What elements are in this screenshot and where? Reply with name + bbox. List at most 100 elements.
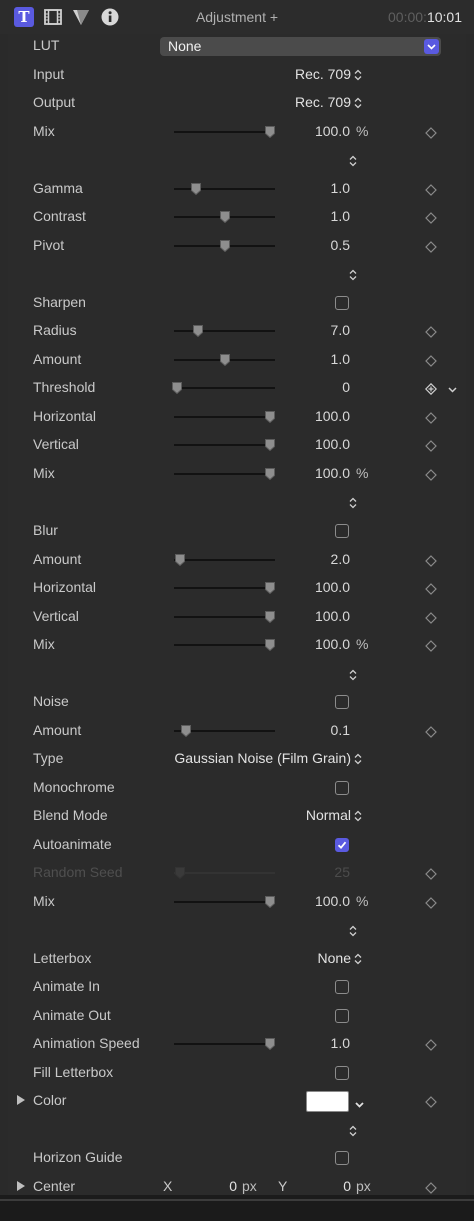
horizontal-value[interactable]: 100.0 bbox=[280, 408, 350, 424]
keyframe-icon[interactable] bbox=[425, 354, 437, 367]
disclosure-triangle-icon[interactable] bbox=[17, 1095, 25, 1105]
mix-slider[interactable] bbox=[174, 896, 275, 908]
keyframe-icon[interactable] bbox=[425, 1038, 437, 1051]
monochrome-checkbox[interactable] bbox=[335, 781, 349, 795]
slider-thumb[interactable] bbox=[193, 325, 204, 337]
fill-letterbox-checkbox[interactable] bbox=[335, 1066, 349, 1080]
pivot-value[interactable]: 0.5 bbox=[280, 237, 350, 253]
keyframe-icon[interactable] bbox=[425, 896, 437, 909]
color-swatch[interactable] bbox=[306, 1091, 349, 1112]
mix-value[interactable]: 100.0 bbox=[280, 465, 350, 481]
slider-thumb[interactable] bbox=[219, 354, 230, 366]
slider-thumb[interactable] bbox=[219, 240, 230, 252]
keyframe-icon[interactable] bbox=[425, 211, 437, 224]
vertical-value[interactable]: 100.0 bbox=[280, 608, 350, 624]
center-x-value[interactable]: 0 bbox=[207, 1178, 237, 1194]
keyframe-icon[interactable] bbox=[425, 554, 437, 567]
slider-thumb[interactable] bbox=[264, 126, 275, 138]
disclosure-triangle-icon[interactable] bbox=[17, 1181, 25, 1191]
animation-speed-value[interactable]: 1.0 bbox=[280, 1035, 350, 1051]
slider-thumb[interactable] bbox=[175, 554, 186, 566]
amount-slider[interactable] bbox=[174, 554, 275, 566]
keyframe-icon[interactable] bbox=[425, 725, 437, 738]
mix-value[interactable]: 100.0 bbox=[280, 123, 350, 139]
slider-thumb[interactable] bbox=[264, 611, 275, 623]
keyframe-icon[interactable] bbox=[425, 240, 437, 253]
keyframe-icon[interactable] bbox=[425, 439, 437, 452]
amount-value[interactable]: 1.0 bbox=[280, 351, 350, 367]
vertical-slider[interactable] bbox=[174, 611, 275, 623]
autoanimate-checkbox[interactable] bbox=[335, 838, 349, 852]
disclosure-arrows-icon[interactable] bbox=[349, 924, 357, 940]
gamma-value[interactable]: 1.0 bbox=[280, 180, 350, 196]
slider-thumb[interactable] bbox=[219, 211, 230, 223]
keyframe-icon[interactable] bbox=[425, 126, 437, 139]
add-keyframe-icon[interactable] bbox=[424, 382, 438, 396]
horizontal-slider[interactable] bbox=[174, 582, 275, 594]
chevron-down-icon[interactable] bbox=[447, 382, 458, 398]
gamma-slider[interactable] bbox=[174, 183, 275, 195]
slider-thumb[interactable] bbox=[264, 582, 275, 594]
center-y-value[interactable]: 0 bbox=[321, 1178, 351, 1194]
input-popup[interactable]: Rec. 709 bbox=[295, 66, 362, 84]
mix-value[interactable]: 100.0 bbox=[280, 893, 350, 909]
keyframe-icon[interactable] bbox=[425, 611, 437, 624]
radius-value[interactable]: 7.0 bbox=[280, 322, 350, 338]
slider-thumb[interactable] bbox=[264, 639, 275, 651]
animate-in-checkbox[interactable] bbox=[335, 980, 349, 994]
amount-slider[interactable] bbox=[174, 354, 275, 366]
horizontal-slider[interactable] bbox=[174, 411, 275, 423]
chevron-down-icon[interactable] bbox=[424, 39, 439, 54]
amount-value[interactable]: 2.0 bbox=[280, 551, 350, 567]
slider-thumb[interactable] bbox=[264, 1038, 275, 1050]
lut-popup[interactable]: None bbox=[160, 37, 441, 56]
sharpen-checkbox[interactable] bbox=[335, 296, 349, 310]
letterbox-popup[interactable]: None bbox=[318, 950, 362, 968]
animate-out-checkbox[interactable] bbox=[335, 1009, 349, 1023]
slider-thumb[interactable] bbox=[264, 411, 275, 423]
disclosure-arrows-icon[interactable] bbox=[349, 668, 357, 684]
keyframe-icon[interactable] bbox=[425, 1181, 437, 1194]
horizon-guide-checkbox[interactable] bbox=[335, 1151, 349, 1165]
vertical-slider[interactable] bbox=[174, 439, 275, 451]
horizontal-value[interactable]: 100.0 bbox=[280, 579, 350, 595]
slider-thumb[interactable] bbox=[264, 468, 275, 480]
mix-slider[interactable] bbox=[174, 639, 275, 651]
contrast-value[interactable]: 1.0 bbox=[280, 208, 350, 224]
slider-thumb[interactable] bbox=[191, 183, 202, 195]
type-popup[interactable]: Gaussian Noise (Film Grain) bbox=[174, 750, 362, 768]
pivot-slider[interactable] bbox=[174, 240, 275, 252]
blend-mode-popup[interactable]: Normal bbox=[306, 807, 362, 825]
keyframe-icon[interactable] bbox=[425, 325, 437, 338]
radius-slider[interactable] bbox=[174, 325, 275, 337]
keyframe-icon[interactable] bbox=[425, 1095, 437, 1108]
contrast-slider[interactable] bbox=[174, 211, 275, 223]
slider-thumb[interactable] bbox=[264, 896, 275, 908]
keyframe-icon[interactable] bbox=[425, 867, 437, 880]
keyframe-icon[interactable] bbox=[425, 582, 437, 595]
chevron-down-icon[interactable] bbox=[354, 1097, 365, 1113]
mix-value[interactable]: 100.0 bbox=[280, 636, 350, 652]
disclosure-arrows-icon[interactable] bbox=[349, 496, 357, 512]
keyframe-icon[interactable] bbox=[425, 639, 437, 652]
amount-slider[interactable] bbox=[174, 725, 275, 737]
keyframe-icon[interactable] bbox=[425, 468, 437, 481]
disclosure-arrows-icon[interactable] bbox=[349, 154, 357, 170]
threshold-value[interactable]: 0 bbox=[280, 379, 350, 395]
slider-thumb[interactable] bbox=[181, 725, 192, 737]
keyframe-icon[interactable] bbox=[425, 411, 437, 424]
slider-thumb[interactable] bbox=[172, 382, 183, 394]
threshold-slider[interactable] bbox=[172, 382, 275, 394]
vertical-value[interactable]: 100.0 bbox=[280, 436, 350, 452]
noise-checkbox[interactable] bbox=[335, 695, 349, 709]
output-popup[interactable]: Rec. 709 bbox=[295, 94, 362, 112]
blur-checkbox[interactable] bbox=[335, 524, 349, 538]
animation-speed-slider[interactable] bbox=[174, 1038, 275, 1050]
keyframe-icon[interactable] bbox=[425, 183, 437, 196]
mix-slider[interactable] bbox=[174, 468, 275, 480]
disclosure-arrows-icon[interactable] bbox=[349, 1124, 357, 1140]
slider-thumb[interactable] bbox=[264, 439, 275, 451]
amount-value[interactable]: 0.1 bbox=[280, 722, 350, 738]
mix-slider[interactable] bbox=[174, 126, 275, 138]
disclosure-arrows-icon[interactable] bbox=[349, 268, 357, 284]
